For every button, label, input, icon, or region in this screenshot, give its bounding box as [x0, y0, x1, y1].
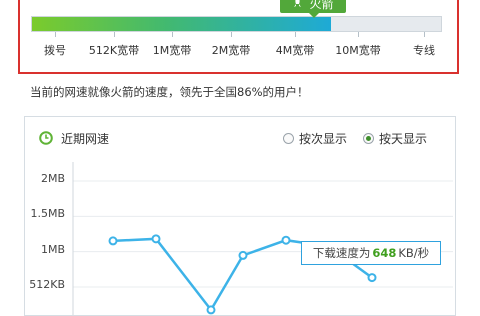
tooltip-value: 648: [372, 246, 397, 260]
scale-tick: [424, 32, 425, 37]
scale-label: 2M宽带: [211, 44, 251, 57]
speed-tooltip: 下载速度为 648 KB/秒: [301, 241, 441, 265]
speed-bar-fill: [32, 17, 331, 31]
speed-level-label: 火箭: [309, 0, 334, 11]
speed-data-point[interactable]: [151, 234, 161, 244]
speed-data-point[interactable]: [238, 250, 248, 260]
scale-tick: [231, 32, 232, 37]
scale-tick: [114, 32, 115, 37]
tooltip-prefix: 下载速度为: [312, 246, 371, 260]
speed-meter-panel: 火箭 拨号 512K宽带 1M宽带 2M宽带 4M宽带 10M宽带 专线: [18, 0, 459, 74]
speed-data-point[interactable]: [281, 235, 291, 245]
speed-level-badge: 火箭: [280, 0, 346, 18]
scale-label: 4M宽带: [275, 44, 315, 57]
speed-data-point[interactable]: [367, 273, 377, 283]
scale-tick: [55, 32, 56, 37]
scale-label: 专线: [413, 44, 435, 57]
speed-data-point[interactable]: [108, 236, 118, 246]
scale-label: 10M宽带: [335, 44, 381, 57]
recent-speed-chart: [72, 162, 453, 315]
rocket-icon: [292, 0, 303, 11]
scale-tick: [295, 32, 296, 37]
scale-label: 1M宽带: [152, 44, 192, 57]
scale-tick: [172, 32, 173, 37]
scale-label: 512K宽带: [88, 44, 140, 57]
scale-label: 拨号: [44, 44, 66, 57]
recent-speed-panel: 近期网速 按次显示 按天显示 2MB 1.5MB 1MB 512KB 下载速度为…: [24, 116, 456, 316]
speed-bar-track: [31, 16, 442, 32]
scale-tick: [358, 32, 359, 37]
speed-data-point[interactable]: [206, 305, 216, 315]
speed-summary: 当前的网速就像火箭的速度，领先于全国86%的用户！: [30, 85, 309, 99]
tooltip-unit: KB/秒: [398, 246, 430, 260]
